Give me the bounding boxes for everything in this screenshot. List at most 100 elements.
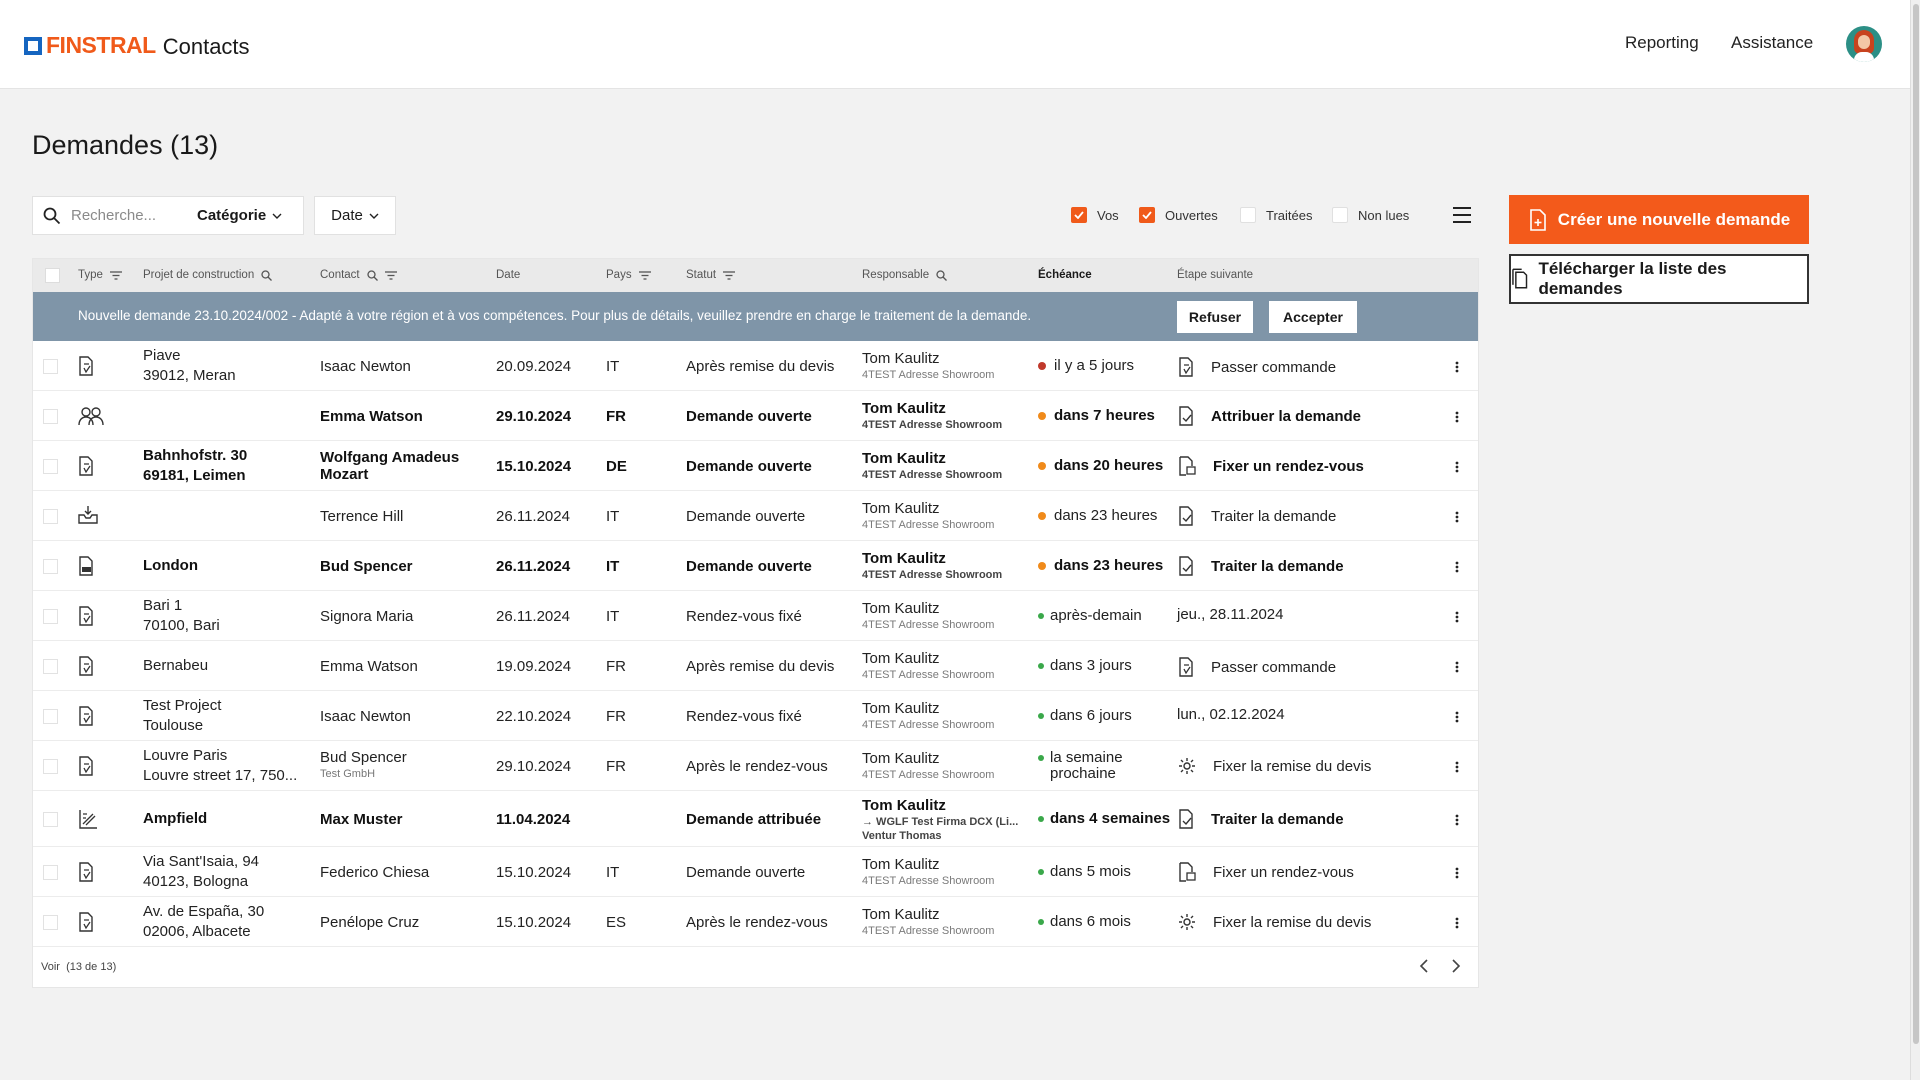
filter-icon[interactable] xyxy=(723,270,736,280)
contact-name: Isaac Newton xyxy=(320,358,411,375)
row-checkbox[interactable] xyxy=(43,709,58,724)
more-options-icon[interactable] xyxy=(1455,866,1459,883)
table-row[interactable]: Bari 1 70100, Bari Signora Maria 26.11.2024… xyxy=(33,591,1478,641)
next-step-cell[interactable]: jeu., 28.11.2024 xyxy=(1177,606,1283,623)
checkbox-non-lues[interactable] xyxy=(1332,207,1348,223)
user-avatar[interactable] xyxy=(1846,26,1882,62)
next-step-cell[interactable]: Fixer la remise du devis xyxy=(1177,756,1371,776)
next-step-cell[interactable]: Passer commande xyxy=(1177,656,1336,678)
col-projet[interactable]: Projet de construction xyxy=(143,269,273,281)
more-options-icon[interactable] xyxy=(1455,610,1459,627)
search-icon[interactable] xyxy=(936,269,948,281)
more-options-icon[interactable] xyxy=(1455,813,1459,830)
nav-assistance[interactable]: Assistance xyxy=(1731,33,1813,53)
next-step-cell[interactable]: Traiter la demande xyxy=(1177,556,1344,576)
more-options-icon[interactable] xyxy=(1455,360,1459,377)
table-row[interactable]: Av. de España, 30 02006, Albacete Penélope… xyxy=(33,897,1478,947)
col-responsable[interactable]: Responsable xyxy=(862,269,948,281)
table-row[interactable]: London Bud Spencer 26.11.2024 IT Demande ouv… xyxy=(33,541,1478,591)
col-statut[interactable]: Statut xyxy=(686,269,736,281)
next-step-cell[interactable]: Attribuer la demande xyxy=(1177,406,1361,426)
nav-reporting[interactable]: Reporting xyxy=(1625,33,1699,53)
refuse-button[interactable]: Refuser xyxy=(1177,301,1253,333)
table-row[interactable]: Test Project Toulouse Isaac Newton 22.10.20… xyxy=(33,691,1478,741)
filter-vos[interactable]: Vos xyxy=(1071,207,1119,223)
table-row[interactable]: Via Sant'Isaia, 94 40123, Bologna Federico… xyxy=(33,847,1478,897)
search-icon[interactable] xyxy=(366,269,378,281)
page-scrollbar[interactable] xyxy=(1910,0,1920,1080)
assign-icon xyxy=(1177,506,1203,526)
more-options-icon[interactable] xyxy=(1455,410,1459,427)
col-etape[interactable]: Étape suivante xyxy=(1177,269,1253,281)
next-step-cell[interactable]: Traiter la demande xyxy=(1177,506,1336,526)
next-step-cell[interactable]: Passer commande xyxy=(1177,356,1336,378)
status-dot xyxy=(1038,613,1044,619)
accept-button[interactable]: Accepter xyxy=(1269,301,1357,333)
checkbox-vos[interactable] xyxy=(1071,207,1087,223)
more-options-icon[interactable] xyxy=(1455,916,1459,933)
row-checkbox[interactable] xyxy=(43,812,58,827)
more-options-icon[interactable] xyxy=(1455,510,1459,527)
col-echeance[interactable]: Échéance xyxy=(1038,269,1092,281)
document-icon xyxy=(77,455,95,481)
checkbox-non-lues-label: Non lues xyxy=(1358,207,1410,223)
checkbox-traitees[interactable] xyxy=(1240,207,1256,223)
requests-table: Type Projet de construction Contact Date… xyxy=(32,258,1479,988)
checkbox-ouvertes[interactable] xyxy=(1139,207,1155,223)
deadline-cell: après-demain xyxy=(1038,608,1142,624)
more-options-icon[interactable] xyxy=(1455,710,1459,727)
filter-traitees[interactable]: Traitées xyxy=(1240,207,1312,223)
create-request-button[interactable]: Créer une nouvelle demande xyxy=(1509,195,1809,244)
download-list-button[interactable]: Télécharger la liste des demandes xyxy=(1509,254,1809,304)
search-icon[interactable] xyxy=(43,207,61,225)
filter-icon[interactable] xyxy=(384,270,397,280)
calendar-doc-icon xyxy=(1177,862,1205,882)
table-row[interactable]: Louvre Paris Louvre street 17, 750... Bud … xyxy=(33,741,1478,791)
col-contact[interactable]: Contact xyxy=(320,269,397,281)
row-checkbox[interactable] xyxy=(43,409,58,424)
more-options-icon[interactable] xyxy=(1455,660,1459,677)
table-row[interactable]: Terrence Hill 26.11.2024 IT Demande ouverte… xyxy=(33,491,1478,541)
next-step-cell[interactable]: lun., 02.12.2024 xyxy=(1177,706,1285,723)
more-options-icon[interactable] xyxy=(1455,560,1459,577)
finstral-logo[interactable]: FINSTRAL Contacts xyxy=(24,31,250,60)
select-all-checkbox[interactable] xyxy=(45,268,60,283)
filter-icon[interactable] xyxy=(638,270,651,280)
filter-icon[interactable] xyxy=(109,270,122,280)
filter-non-lues[interactable]: Non lues xyxy=(1332,207,1409,223)
col-type[interactable]: Type xyxy=(78,269,122,281)
next-step-cell[interactable]: Fixer un rendez-vous xyxy=(1177,456,1364,476)
row-checkbox[interactable] xyxy=(43,915,58,930)
row-checkbox[interactable] xyxy=(43,759,58,774)
row-checkbox[interactable] xyxy=(43,459,58,474)
next-step-cell[interactable]: Traiter la demande xyxy=(1177,809,1344,829)
row-checkbox[interactable] xyxy=(43,559,58,574)
filter-ouvertes[interactable]: Ouvertes xyxy=(1139,207,1218,223)
row-checkbox[interactable] xyxy=(43,509,58,524)
row-checkbox[interactable] xyxy=(43,609,58,624)
table-row[interactable]: Ampfield Max Muster 11.04.2024 Demande attr… xyxy=(33,791,1478,847)
date-dropdown[interactable]: Date xyxy=(314,196,396,235)
deadline-cell: dans 5 mois xyxy=(1038,864,1131,880)
more-options-icon[interactable] xyxy=(1455,460,1459,477)
responsible-name: Tom Kaulitz xyxy=(862,450,946,467)
next-step-cell[interactable]: Fixer la remise du devis xyxy=(1177,912,1371,932)
row-checkbox[interactable] xyxy=(43,659,58,674)
search-input[interactable] xyxy=(71,207,191,224)
next-step-cell[interactable]: Fixer un rendez-vous xyxy=(1177,862,1354,882)
table-row[interactable]: Emma Watson 29.10.2024 FR Demande ouverte To… xyxy=(33,391,1478,441)
row-checkbox[interactable] xyxy=(43,865,58,880)
table-row[interactable]: Bahnhofstr. 30 69181, Leimen Wolfgang Amad… xyxy=(33,441,1478,491)
col-pays[interactable]: Pays xyxy=(606,269,651,281)
chevron-left-icon[interactable] xyxy=(1419,959,1429,973)
table-row[interactable]: Piave 39012, Meran Isaac Newton 20.09.2024 I… xyxy=(33,341,1478,391)
col-date[interactable]: Date xyxy=(496,269,520,281)
search-icon[interactable] xyxy=(261,269,273,281)
responsible-cell: Tom Kaulitz 4TEST Adresse Showroom xyxy=(862,499,994,532)
table-row[interactable]: Bernabeu Emma Watson 19.09.2024 FR Après rem… xyxy=(33,641,1478,691)
category-dropdown[interactable]: Catégorie xyxy=(197,207,282,224)
column-menu-icon[interactable] xyxy=(1452,206,1472,224)
row-checkbox[interactable] xyxy=(43,359,58,374)
more-options-icon[interactable] xyxy=(1455,760,1459,777)
chevron-right-icon[interactable] xyxy=(1451,959,1461,973)
